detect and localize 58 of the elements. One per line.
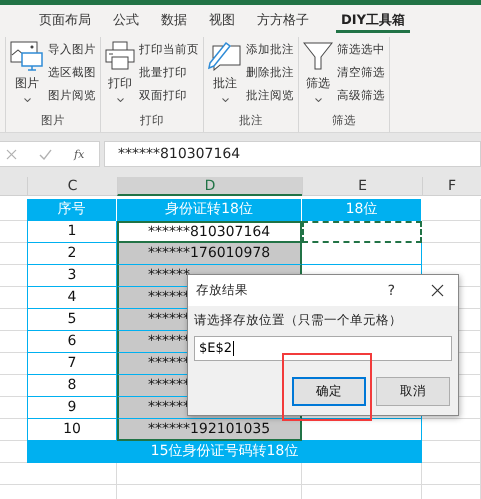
check-icon[interactable] (39, 148, 52, 160)
caret-icon (222, 98, 228, 102)
empty-cell (422, 243, 481, 265)
table-cell: ******192101035 (117, 419, 302, 441)
close-icon[interactable] (431, 284, 444, 297)
funnel-icon (303, 41, 333, 71)
ribbon-tab[interactable]: 公式 (102, 5, 150, 33)
header-cell: 身份证转18位 (117, 199, 302, 221)
ribbon-command[interactable]: 打印当前页 (139, 40, 199, 58)
formula-input[interactable]: ******810307164 (104, 141, 481, 167)
ribbon-command[interactable]: 添加批注 (246, 40, 294, 58)
ribbon-command[interactable]: 批量打印 (139, 63, 199, 81)
comment-pencil-icon (208, 41, 242, 71)
ribbon-command[interactable]: 高级筛选 (337, 86, 385, 104)
ribbon-command[interactable]: 批注阅览 (246, 86, 294, 104)
ribbon-button[interactable]: 批注 (208, 37, 242, 110)
column-header[interactable]: E (302, 177, 422, 196)
empty-cell (422, 221, 481, 243)
picture-icon (10, 41, 44, 71)
cancel-button[interactable]: 取消 (376, 377, 450, 406)
ribbon-command[interactable]: 选区截图 (48, 63, 96, 81)
ribbon-command[interactable]: 删除批注 (246, 63, 294, 81)
ok-button[interactable]: 确定 (292, 377, 366, 406)
group-label: 批注 (238, 112, 264, 129)
insert-function-button[interactable]: fx (74, 148, 84, 160)
footer-cell: 15位身份证号码转18位 (27, 441, 422, 463)
help-button[interactable]: ? (388, 282, 395, 298)
ribbon-tab[interactable]: 视图 (198, 5, 246, 33)
ribbon-tab[interactable]: DIY工具箱 (336, 5, 410, 33)
group-label: 打印 (139, 112, 165, 129)
cell-reference-field[interactable]: $E$2 (194, 336, 452, 361)
empty-cell (422, 463, 481, 485)
group-label: 筛选 (331, 112, 357, 129)
ribbon-button[interactable]: 图片 (10, 37, 44, 110)
header-cell: 18位 (302, 199, 422, 221)
table-cell: ******176010978 (117, 243, 302, 265)
ribbon-command[interactable]: 图片阅览 (48, 86, 96, 104)
caret-icon (116, 98, 124, 102)
column-header[interactable]: C (27, 177, 117, 196)
ribbon-tab[interactable]: 方方格子 (246, 5, 320, 33)
ribbon-command[interactable]: 双面打印 (139, 86, 199, 104)
cancel-icon[interactable] (6, 148, 17, 160)
table-cell: ******810307164 (117, 221, 302, 243)
empty-cell (422, 419, 481, 441)
caret-icon (24, 98, 30, 102)
ribbon-button[interactable]: 筛选 (303, 37, 333, 110)
ribbon-command[interactable]: 导入图片 (48, 40, 96, 58)
ribbon-command[interactable]: 清空筛选 (337, 63, 385, 81)
header-cell: 序号 (27, 199, 117, 221)
caret-icon (314, 98, 322, 102)
ribbon-command[interactable]: 筛选选中 (337, 40, 385, 58)
printer-icon (105, 41, 135, 71)
ribbon-tab[interactable]: 页面布局 (28, 5, 102, 33)
ribbon-tab[interactable]: 数据 (150, 5, 198, 33)
column-header[interactable]: F (422, 177, 481, 196)
ribbon-button[interactable]: 打印 (105, 37, 135, 110)
column-header[interactable]: D (117, 177, 302, 196)
group-label: 图片 (40, 112, 66, 129)
